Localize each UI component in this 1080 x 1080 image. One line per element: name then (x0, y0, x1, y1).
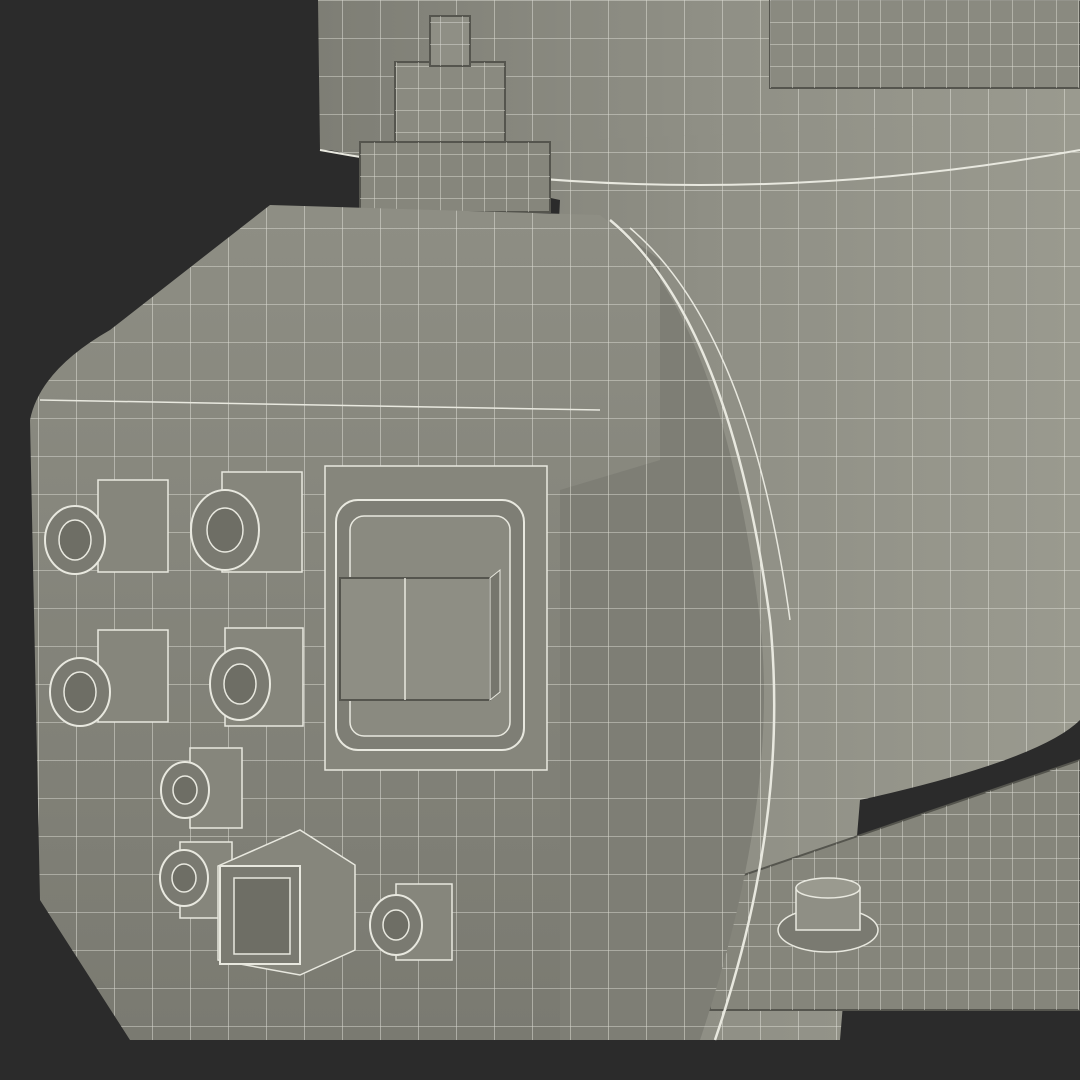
compressor-wireframe-scene (0, 0, 1080, 1080)
rocker-switch-icon (324, 465, 548, 771)
